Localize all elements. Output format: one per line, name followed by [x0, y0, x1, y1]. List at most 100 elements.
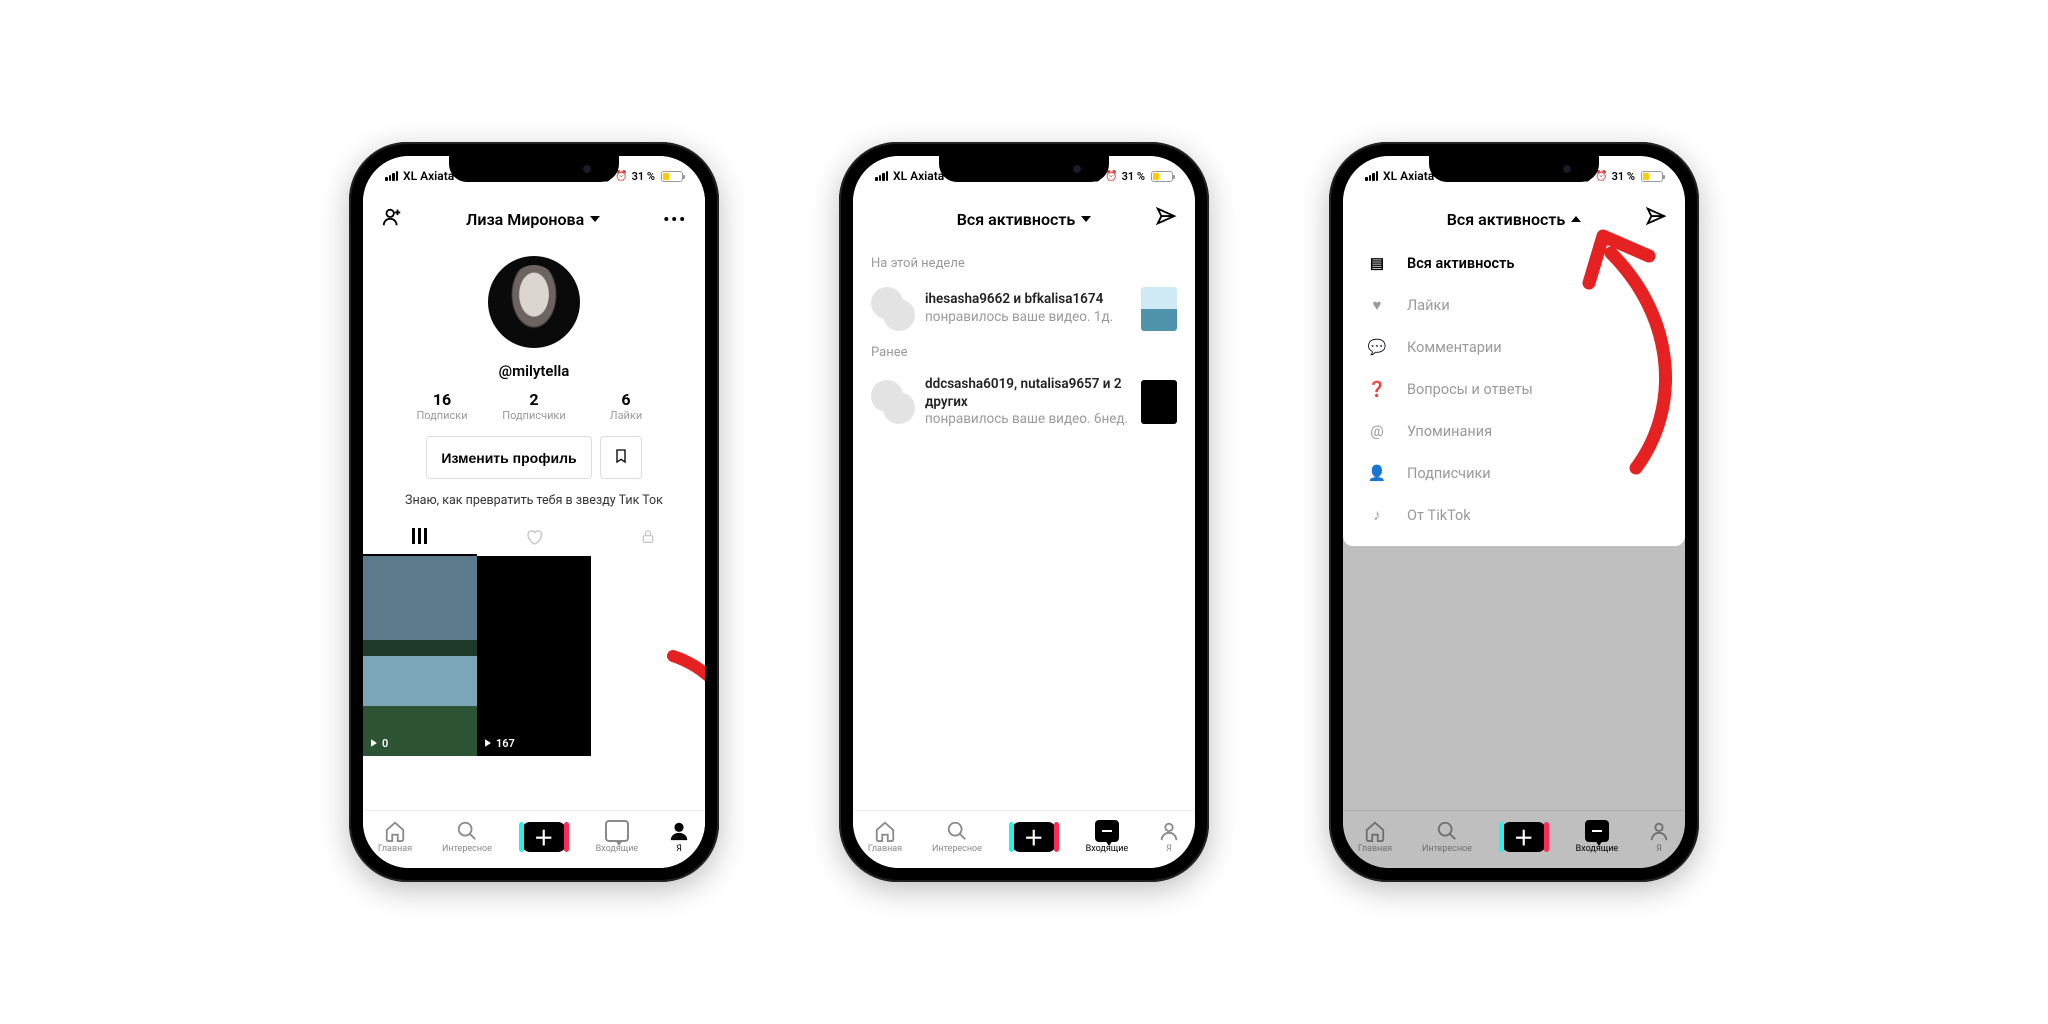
- video-thumb-empty: [591, 556, 705, 756]
- phone-profile: XL Axiata 19:35 ◉ ⏰ 31 % Лиза Миронова •…: [349, 142, 719, 882]
- followers-stat[interactable]: 2 Подписчики: [488, 390, 580, 422]
- video-thumb-1[interactable]: 0: [363, 556, 477, 756]
- tab-me[interactable]: Я: [1648, 820, 1670, 854]
- comment-icon: 💬: [1367, 338, 1387, 356]
- profile-name: Лиза Миронова: [466, 210, 584, 229]
- phone-inbox: XL Axiata 19:35 ◉ ⏰ 31 % Вся активность …: [839, 142, 1209, 882]
- profile-nav: Лиза Миронова •••: [363, 196, 705, 242]
- bookmark-button[interactable]: [600, 436, 642, 479]
- video-thumb-2[interactable]: 167: [477, 556, 591, 756]
- signal-icon: [875, 171, 888, 181]
- likes-stat[interactable]: 6 Лайки: [580, 390, 672, 422]
- chevron-up-icon: [1571, 216, 1581, 222]
- signal-icon: [385, 171, 398, 181]
- battery-icon: [661, 171, 683, 182]
- tab-liked[interactable]: [477, 518, 591, 556]
- filter-likes[interactable]: ♥Лайки: [1343, 284, 1685, 326]
- notch: [1429, 156, 1599, 182]
- inbox-icon: [605, 820, 629, 842]
- tab-discover[interactable]: Интересное: [1422, 820, 1472, 854]
- tab-private[interactable]: [591, 518, 705, 556]
- stacked-avatar-icon: [871, 380, 915, 424]
- more-icon[interactable]: •••: [663, 210, 687, 229]
- section-earlier: Ранее: [853, 339, 1195, 368]
- likes-count: 6: [580, 390, 672, 409]
- create-button[interactable]: ＋: [1012, 822, 1056, 852]
- chevron-down-icon: [1081, 216, 1091, 222]
- bio-text: Знаю, как превратить тебя в звезду Тик Т…: [405, 493, 663, 508]
- dm-icon[interactable]: [1645, 206, 1667, 232]
- inbox-title: Вся активность: [957, 210, 1076, 229]
- filter-qna[interactable]: ❓Вопросы и ответы: [1343, 368, 1685, 410]
- tab-discover[interactable]: Интересное: [442, 820, 492, 854]
- battery-icon: [1641, 171, 1663, 182]
- notif-users: ihesasha9662 и bfkalisa1674: [925, 291, 1103, 307]
- notif-action: понравилось ваше видео.: [925, 411, 1091, 427]
- inbox-nav: Вся активность: [1343, 196, 1685, 242]
- tab-inbox[interactable]: Входящие: [1576, 820, 1619, 854]
- tab-me[interactable]: Я: [668, 820, 690, 854]
- tab-inbox[interactable]: Входящие: [596, 820, 639, 854]
- tab-home[interactable]: Главная: [378, 820, 412, 854]
- tiktok-icon: ♪: [1367, 506, 1387, 524]
- username-label: @milytella: [499, 362, 570, 380]
- dm-icon[interactable]: [1155, 206, 1177, 232]
- notification-row[interactable]: ddcsasha6019, nutalisa9657 и 2 других по…: [853, 368, 1195, 437]
- filter-from-tiktok[interactable]: ♪От TikTok: [1343, 494, 1685, 536]
- following-stat[interactable]: 16 Подписки: [396, 390, 488, 422]
- tab-grid[interactable]: [363, 518, 477, 556]
- tab-me[interactable]: Я: [1158, 820, 1180, 854]
- tab-home[interactable]: Главная: [1358, 820, 1392, 854]
- create-button[interactable]: ＋: [1502, 822, 1546, 852]
- notification-row[interactable]: ihesasha9662 и bfkalisa1674 понравилось …: [853, 279, 1195, 339]
- heart-icon: ♥: [1367, 296, 1387, 314]
- stacked-avatar-icon: [871, 287, 915, 331]
- signal-icon: [1365, 171, 1378, 181]
- tab-bar: Главная Интересное ＋ Входящие Я: [363, 810, 705, 868]
- chevron-down-icon: [590, 216, 600, 222]
- inbox-icon: [1095, 820, 1119, 842]
- qna-icon: ❓: [1367, 380, 1387, 398]
- filter-dropdown: ▤Вся активность ♥Лайки 💬Комментарии ❓Воп…: [1343, 242, 1685, 546]
- following-label: Подписки: [396, 409, 488, 422]
- add-friend-icon[interactable]: [381, 206, 403, 233]
- filter-mentions[interactable]: @Упоминания: [1343, 410, 1685, 452]
- profile-title-dropdown[interactable]: Лиза Миронова: [466, 210, 600, 229]
- notif-time: 1д.: [1094, 309, 1113, 325]
- tab-home[interactable]: Главная: [868, 820, 902, 854]
- carrier-label: XL Axiata: [893, 169, 944, 183]
- person-icon: 👤: [1367, 464, 1387, 482]
- inbox-icon: [1585, 820, 1609, 842]
- notch: [939, 156, 1109, 182]
- tab-discover[interactable]: Интересное: [932, 820, 982, 854]
- edit-profile-button[interactable]: Изменить профиль: [426, 436, 591, 479]
- followers-label: Подписчики: [488, 409, 580, 422]
- inbox-nav: Вся активность: [853, 196, 1195, 242]
- followers-count: 2: [488, 390, 580, 409]
- notif-action: понравилось ваше видео.: [925, 309, 1091, 325]
- inbox-title-dropdown[interactable]: Вся активность: [957, 210, 1092, 229]
- notif-time: 6нед.: [1094, 411, 1128, 427]
- notif-users: ddcsasha6019, nutalisa9657 и 2 других: [925, 376, 1122, 410]
- battery-icon: [1151, 171, 1173, 182]
- section-this-week: На этой неделе: [853, 250, 1195, 279]
- inbox-title: Вся активность: [1447, 210, 1566, 229]
- activity-list: На этой неделе ihesasha9662 и bfkalisa16…: [853, 242, 1195, 810]
- avatar[interactable]: [488, 256, 580, 348]
- filter-comments[interactable]: 💬Комментарии: [1343, 326, 1685, 368]
- video1-views: 0: [382, 737, 388, 750]
- create-button[interactable]: ＋: [522, 822, 566, 852]
- tab-inbox[interactable]: Входящие: [1086, 820, 1129, 854]
- video-thumbnail[interactable]: [1141, 287, 1177, 331]
- battery-label: 31 %: [1122, 170, 1145, 183]
- filter-followers[interactable]: 👤Подписчики: [1343, 452, 1685, 494]
- inbox-title-dropdown[interactable]: Вся активность: [1447, 210, 1582, 229]
- battery-label: 31 %: [1612, 170, 1635, 183]
- mention-icon: @: [1367, 422, 1387, 440]
- video-thumbnail[interactable]: [1141, 380, 1177, 424]
- likes-label: Лайки: [580, 409, 672, 422]
- filter-all[interactable]: ▤Вся активность: [1343, 242, 1685, 284]
- notch: [449, 156, 619, 182]
- video2-views: 167: [496, 737, 515, 750]
- tab-bar: Главная Интересное ＋ Входящие Я: [1343, 810, 1685, 868]
